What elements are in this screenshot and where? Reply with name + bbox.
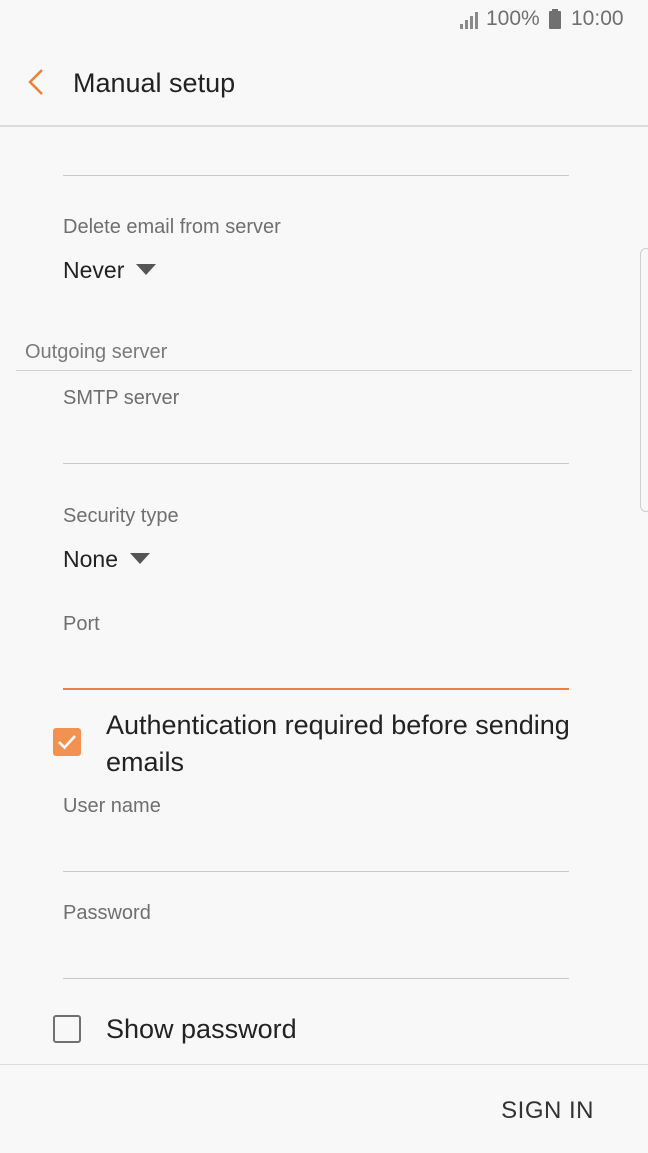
back-arrow-icon[interactable] <box>22 67 52 97</box>
security-type-value: None <box>63 546 118 572</box>
battery-percent: 100% <box>486 7 540 30</box>
authentication-label[interactable]: Authentication required before sending e… <box>106 707 616 781</box>
security-type-label: Security type <box>63 505 179 527</box>
security-type-dropdown[interactable]: None <box>63 546 150 573</box>
username-input[interactable] <box>63 828 569 868</box>
password-label: Password <box>63 902 151 924</box>
password-input[interactable] <box>63 935 569 975</box>
section-divider <box>16 370 632 371</box>
dropdown-arrow-icon <box>136 264 157 276</box>
show-password-checkbox[interactable] <box>53 1015 81 1043</box>
status-bar: 100% 10:00 <box>0 0 648 40</box>
port-underline <box>63 688 569 690</box>
username-label: User name <box>63 795 161 817</box>
delete-email-value: Never <box>63 257 125 283</box>
battery-icon <box>549 9 561 29</box>
previous-field-underline <box>63 175 569 176</box>
clock: 10:00 <box>571 7 624 30</box>
show-password-label[interactable]: Show password <box>106 1011 297 1048</box>
scrollbar[interactable] <box>640 248 648 512</box>
bottom-bar: SIGN IN <box>0 1064 648 1153</box>
username-underline <box>63 871 569 872</box>
smtp-server-underline <box>63 463 569 464</box>
password-underline <box>63 978 569 979</box>
app-header: Manual setup <box>0 40 648 127</box>
checkmark-icon <box>58 735 76 750</box>
sign-in-button[interactable]: SIGN IN <box>501 1097 594 1125</box>
dropdown-arrow-icon <box>129 553 150 565</box>
delete-email-dropdown[interactable]: Never <box>63 257 157 284</box>
authentication-checkbox[interactable] <box>53 728 81 756</box>
smtp-server-input[interactable] <box>63 420 569 460</box>
delete-email-label: Delete email from server <box>63 216 281 238</box>
port-label: Port <box>63 613 100 635</box>
smtp-server-label: SMTP server <box>63 387 180 409</box>
outgoing-server-section-title: Outgoing server <box>25 341 168 363</box>
signal-icon <box>460 12 478 29</box>
page-title: Manual setup <box>73 68 236 98</box>
port-input[interactable] <box>63 645 569 685</box>
